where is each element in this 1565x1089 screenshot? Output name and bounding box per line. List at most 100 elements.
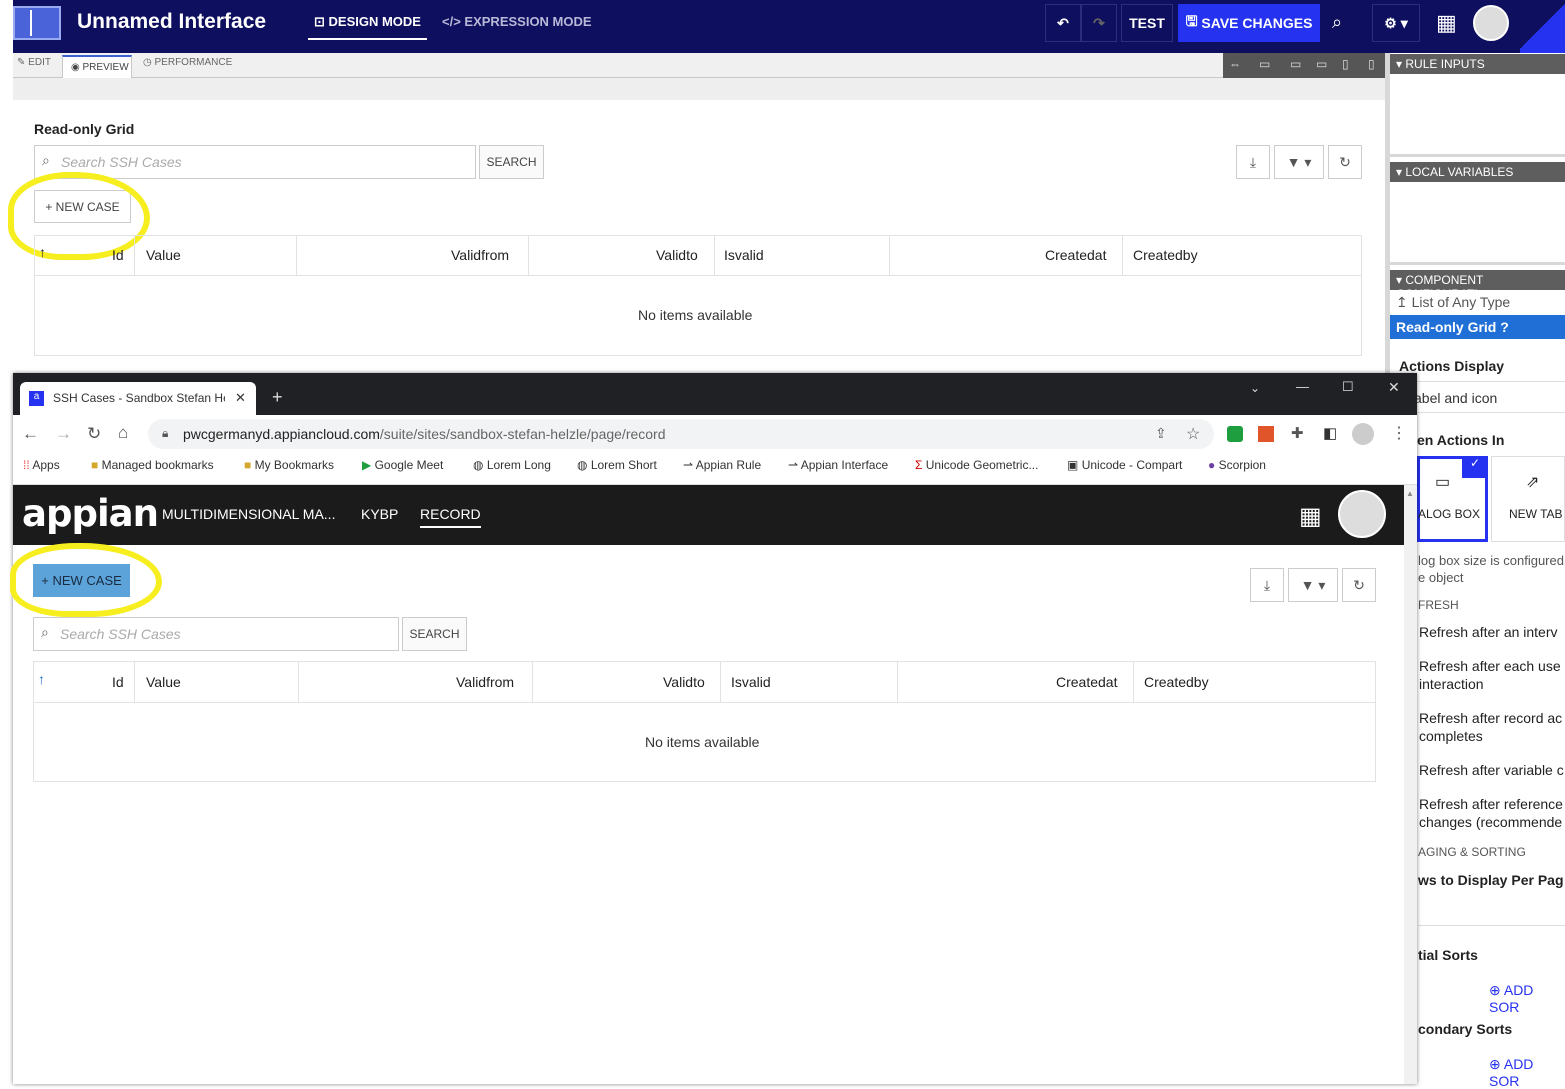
column-header-validto[interactable]: Validto (656, 247, 698, 263)
local-variables-header[interactable]: ▾ LOCAL VARIABLES (1390, 162, 1565, 182)
window-icon: ▭ (1435, 474, 1451, 491)
column-header-id[interactable]: Id (112, 674, 124, 690)
close-window-icon[interactable]: ✕ (1388, 379, 1400, 396)
refresh-button[interactable]: ↻ (1328, 145, 1362, 179)
bookmark-appian-interface[interactable]: ⇀ Appian Interface (788, 458, 888, 472)
undo-button[interactable]: ↶ (1045, 4, 1081, 42)
sort-arrow-icon[interactable]: ↑ (38, 671, 45, 687)
list-type-breadcrumb[interactable]: ↥ List of Any Type (1396, 294, 1510, 311)
fit-width-icon[interactable]: ⇔ (1229, 57, 1241, 71)
avatar[interactable] (1473, 5, 1509, 41)
column-header-validto[interactable]: Validto (663, 674, 705, 690)
scrollbar[interactable] (1404, 485, 1417, 1084)
column-header-validfrom[interactable]: Validfrom (456, 674, 514, 690)
selected-component[interactable]: Read-only Grid ? (1390, 315, 1565, 339)
kebab-menu-icon[interactable]: ⋮ (1391, 423, 1407, 443)
bookmark-unicode-geometric[interactable]: Σ Unicode Geometric... (915, 458, 1038, 472)
column-header-isvalid[interactable]: Isvalid (731, 674, 771, 690)
bookmark-google-meet[interactable]: ▶ Google Meet (362, 458, 443, 472)
tab-search-icon[interactable]: ⌄ (1250, 381, 1260, 395)
refresh-button[interactable]: ↻ (1342, 568, 1376, 602)
refresh-option[interactable]: Refresh after each use (1419, 658, 1561, 674)
home-icon[interactable]: ⌂ (118, 423, 128, 443)
column-header-createdby[interactable]: Createdby (1144, 674, 1209, 690)
component-configuration-header[interactable]: ▾ COMPONENT CONFIGURATI (1390, 270, 1565, 301)
refresh-option[interactable]: Refresh after an interv (1419, 624, 1558, 640)
bookmark-scorpion[interactable]: ● Scorpion (1208, 458, 1266, 472)
redo-button[interactable]: ↷ (1081, 4, 1117, 42)
bookmark-unicode-compart[interactable]: ▣ Unicode - Compart (1067, 458, 1182, 472)
tab-design-mode[interactable]: ⊡ DESIGN MODE (308, 14, 427, 40)
new-tab-option[interactable] (1491, 456, 1565, 542)
test-button[interactable]: TEST (1121, 4, 1173, 42)
search-globe-icon[interactable]: ⌕ (1332, 12, 1342, 33)
desktop-icon[interactable]: ▭ (1290, 57, 1301, 71)
bookmark-managed[interactable]: ■ Managed bookmarks (91, 458, 214, 472)
export-button[interactable]: ⤓ (1250, 568, 1284, 602)
sort-arrow-icon[interactable]: ↑ (39, 244, 46, 260)
rows-per-page-input[interactable] (1418, 894, 1565, 926)
search-button[interactable]: SEARCH (402, 617, 467, 651)
add-secondary-sort-link[interactable]: ⊕ ADD SOR (1489, 1056, 1565, 1089)
forward-icon[interactable]: → (55, 424, 72, 444)
puzzle-icon[interactable]: ✚ (1291, 424, 1304, 442)
phone-icon[interactable]: ▯ (1368, 57, 1375, 71)
back-icon[interactable]: ← (22, 424, 39, 444)
nav-kybp[interactable]: KYBP (361, 506, 398, 522)
dialog-box-label: ALOG BOX (1418, 507, 1481, 521)
filter-button[interactable]: ▼ ▾ (1288, 568, 1338, 602)
help-icon[interactable]: ? (1500, 319, 1509, 335)
save-changes-button[interactable]: 🖫 SAVE CHANGES (1178, 4, 1320, 42)
column-header-id[interactable]: Id (112, 247, 124, 263)
tab-performance[interactable]: ◷ PERFORMANCE (143, 57, 232, 68)
nav-multidimensional[interactable]: MULTIDIMENSIONAL MA... (162, 506, 335, 522)
bookmark-apps[interactable]: ⁞⁞ Apps (23, 458, 60, 472)
rule-inputs-header[interactable]: ▾ RULE INPUTS (1390, 54, 1565, 74)
nav-record[interactable]: RECORD (420, 506, 481, 528)
profile-avatar[interactable] (1352, 423, 1374, 445)
refresh-option[interactable]: Refresh after record ac (1419, 710, 1562, 726)
column-header-createdby[interactable]: Createdby (1133, 247, 1198, 263)
column-header-value[interactable]: Value (146, 247, 181, 263)
bookmark-my-bookmarks[interactable]: ■ My Bookmarks (244, 458, 334, 472)
star-icon[interactable]: ☆ (1186, 424, 1200, 444)
bookmark-lorem-long[interactable]: ◍ Lorem Long (473, 458, 551, 472)
refresh-option[interactable]: Refresh after variable c (1419, 762, 1564, 778)
app-launcher-icon[interactable]: ▦ (1436, 10, 1457, 36)
app-grid-icon[interactable]: ▦ (1299, 502, 1322, 531)
bookmark-label: Lorem Long (486, 458, 551, 472)
close-tab-icon[interactable]: ✕ (235, 390, 246, 406)
scroll-up-icon[interactable]: ▲ (1406, 489, 1414, 498)
column-header-value[interactable]: Value (146, 674, 181, 690)
filter-button[interactable]: ▼ ▾ (1274, 145, 1324, 179)
new-tab-icon[interactable]: + (272, 387, 283, 408)
tablet-icon[interactable]: ▯ (1342, 57, 1349, 71)
maximize-icon[interactable]: ☐ (1342, 379, 1354, 395)
extension-icon[interactable] (1258, 426, 1274, 442)
tab-preview[interactable]: ◉ PREVIEW (62, 55, 132, 79)
appian-logo[interactable]: appian (22, 492, 159, 535)
add-initial-sort-link[interactable]: ⊕ ADD SOR (1489, 982, 1565, 1015)
side-panel-icon[interactable]: ◧ (1323, 424, 1337, 442)
column-header-createdat[interactable]: Createdat (1056, 674, 1117, 690)
reload-icon[interactable]: ↻ (87, 424, 101, 444)
laptop-icon[interactable]: ▭ (1316, 57, 1327, 71)
column-header-createdat[interactable]: Createdat (1045, 247, 1106, 263)
search-button[interactable]: SEARCH (479, 145, 544, 179)
search-input[interactable]: Search SSH Cases (33, 617, 399, 651)
column-header-validfrom[interactable]: Validfrom (451, 247, 509, 263)
tab-expression-mode[interactable]: </> EXPRESSION MODE (442, 14, 592, 29)
settings-menu-button[interactable]: ⚙ ▾ (1372, 4, 1420, 42)
export-button[interactable]: ⤓ (1236, 145, 1270, 179)
refresh-option[interactable]: Refresh after reference (1419, 796, 1563, 812)
desktop-wide-icon[interactable]: ▭ (1259, 57, 1270, 71)
lock-icon[interactable]: 🔒︎ (162, 426, 168, 441)
bookmark-appian-rule[interactable]: ⇀ Appian Rule (683, 458, 761, 472)
share-icon[interactable]: ⇪ (1155, 425, 1167, 442)
minimize-icon[interactable]: — (1296, 379, 1309, 394)
column-header-isvalid[interactable]: Isvalid (724, 247, 764, 263)
extension-icon[interactable] (1227, 426, 1243, 442)
user-avatar[interactable] (1338, 490, 1386, 538)
bookmark-lorem-short[interactable]: ◍ Lorem Short (577, 458, 657, 472)
tab-edit[interactable]: ✎ EDIT (17, 57, 51, 68)
